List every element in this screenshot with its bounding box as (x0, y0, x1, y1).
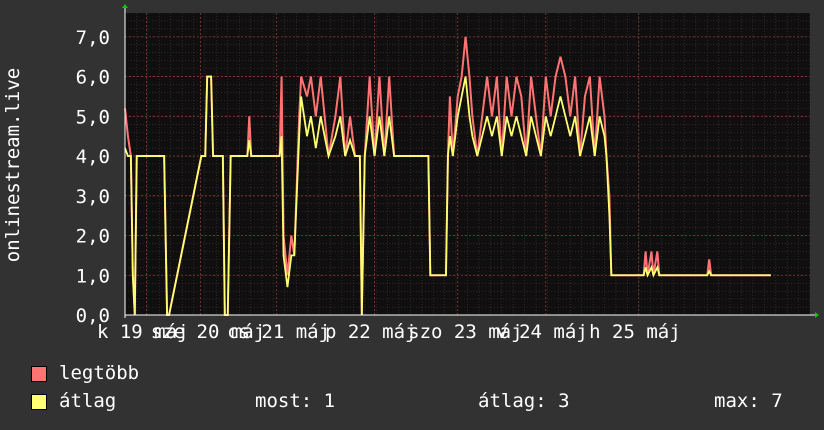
legend-swatch-atlag (31, 394, 47, 410)
y-tick-label: 5,0 (76, 106, 110, 128)
y-tick-labels: 0,01,02,03,04,05,06,07,0 (76, 27, 110, 327)
x-tick-label: cs 21 máj (227, 321, 330, 343)
x-axis-arrow (815, 312, 819, 318)
y-axis-label: onlinestream.live (2, 68, 24, 262)
y-tick-label: 6,0 (76, 67, 110, 89)
legend-swatch-legtobb (31, 366, 47, 382)
y-tick-label: 2,0 (76, 226, 110, 248)
legend-label-legtobb: legtöbb (59, 362, 140, 384)
x-tick-label: h 25 máj (589, 321, 681, 343)
y-tick-label: 4,0 (76, 146, 110, 168)
y-tick-label: 1,0 (76, 265, 110, 287)
y-axis-arrow (122, 4, 128, 8)
x-tick-labels: k 19 májsze 20 májcs 21 májp 22 májszo 2… (97, 321, 681, 343)
stat-max: max: 7 (714, 390, 783, 412)
stat-current: most: 1 (255, 390, 336, 412)
y-tick-label: 7,0 (76, 27, 110, 49)
stat-average: átlag: 3 (478, 390, 570, 412)
x-tick-label: p 22 máj (325, 321, 417, 343)
x-tick-label: v 24 máj (496, 321, 588, 343)
y-tick-label: 3,0 (76, 186, 110, 208)
legend-label-atlag: átlag (59, 390, 117, 412)
